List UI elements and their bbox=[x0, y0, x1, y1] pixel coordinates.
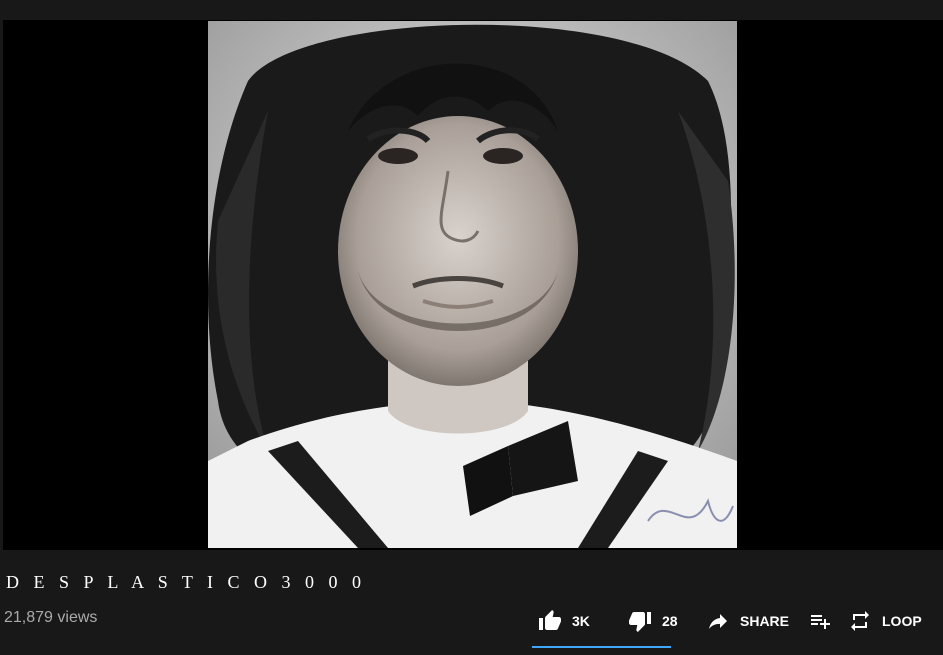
thumb-down-icon bbox=[628, 609, 652, 633]
like-count: 3K bbox=[572, 613, 590, 629]
video-actions: 3K 28 SHARE LOOP bbox=[538, 606, 943, 636]
dislike-count: 28 bbox=[662, 613, 678, 629]
share-arrow-icon bbox=[706, 609, 730, 633]
share-button[interactable]: SHARE bbox=[706, 609, 808, 633]
top-bar bbox=[0, 0, 943, 20]
like-button[interactable]: 3K bbox=[538, 609, 628, 633]
video-title: D E S P L A S T I C O 3 0 0 0 bbox=[6, 572, 367, 592]
view-count: 21,879 views bbox=[4, 609, 98, 626]
loop-label: LOOP bbox=[882, 613, 922, 629]
portrait-image bbox=[208, 21, 737, 548]
dislike-button[interactable]: 28 bbox=[628, 609, 706, 633]
sentiment-bar bbox=[532, 646, 671, 648]
video-thumbnail[interactable] bbox=[208, 21, 737, 548]
share-label: SHARE bbox=[740, 613, 790, 629]
playlist-add-icon bbox=[808, 609, 832, 633]
thumb-up-icon bbox=[538, 609, 562, 633]
loop-icon bbox=[848, 609, 872, 633]
video-player[interactable] bbox=[3, 20, 943, 550]
save-to-playlist-button[interactable] bbox=[808, 609, 848, 633]
loop-button[interactable]: LOOP bbox=[848, 609, 940, 633]
